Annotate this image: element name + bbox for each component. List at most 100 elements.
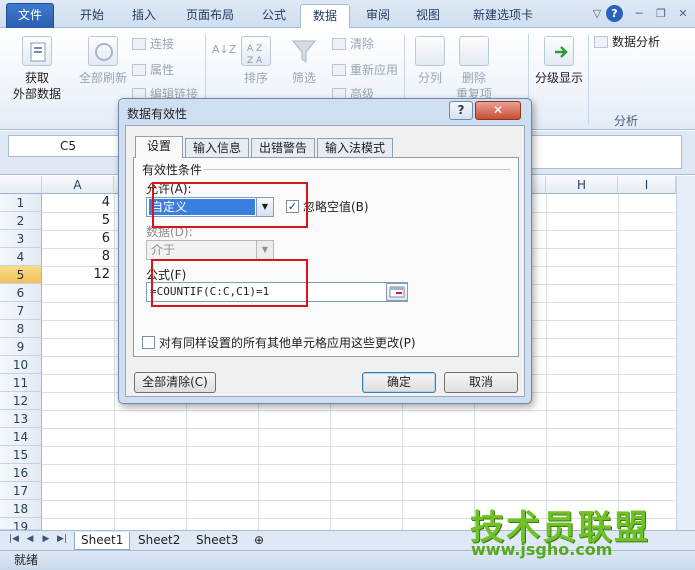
connections-button[interactable]: 连接 (132, 36, 174, 52)
watermark-url: www.jsgho.com (471, 540, 613, 559)
tab-page-layout[interactable]: 页面布局 (176, 4, 244, 28)
grid-line (546, 194, 547, 530)
cell-a3[interactable]: 6 (42, 230, 114, 248)
row-header-selected[interactable]: 5 (0, 266, 42, 284)
close-icon[interactable]: ✕ (674, 5, 692, 23)
collapse-range-icon (389, 286, 405, 298)
help-icon[interactable]: ? (606, 5, 623, 22)
row-header[interactable]: 9 (0, 338, 42, 356)
tab-error-alert[interactable]: 出错警告 (251, 138, 315, 158)
row-header[interactable]: 19 (0, 518, 42, 534)
sheet-tab-sheet1[interactable]: Sheet1 (74, 532, 131, 550)
row-header[interactable]: 7 (0, 302, 42, 320)
grid-line (42, 446, 676, 447)
refresh-all-button[interactable]: 全部刷新 (76, 36, 130, 86)
cell-a1[interactable]: 4 (42, 194, 114, 212)
tab-input-message[interactable]: 输入信息 (185, 138, 249, 158)
cell-a5[interactable]: 12 (42, 266, 114, 284)
tab-ime-mode[interactable]: 输入法模式 (317, 138, 393, 158)
outline-button[interactable]: 分级显示 (532, 36, 586, 86)
data-select: 介于 ▼ (146, 240, 274, 260)
row-header[interactable]: 3 (0, 230, 42, 248)
insert-sheet-icon[interactable]: ⊕ (248, 532, 270, 550)
vertical-scrollbar[interactable] (676, 176, 695, 530)
cell-a4[interactable]: 8 (42, 248, 114, 266)
refresh-icon (88, 36, 118, 66)
restore-icon[interactable]: ❐ (652, 5, 670, 23)
row-header[interactable]: 2 (0, 212, 42, 230)
apply-all-checkbox[interactable] (142, 336, 155, 349)
row-header[interactable]: 8 (0, 320, 42, 338)
last-sheet-icon[interactable]: ▶| (56, 534, 68, 547)
reapply-button[interactable]: 重新应用 (332, 62, 398, 78)
filter-button[interactable]: 筛选 (284, 36, 324, 86)
tab-home[interactable]: 开始 (70, 4, 114, 28)
tab-review[interactable]: 审阅 (356, 4, 400, 28)
range-select-button[interactable] (386, 283, 408, 301)
highlight-formula (151, 259, 308, 307)
remove-duplicates-button[interactable]: 删除 重复项 (452, 36, 496, 102)
next-sheet-icon[interactable]: ▶ (40, 534, 52, 547)
tab-settings[interactable]: 设置 (135, 136, 183, 158)
apply-all-label: 对有同样设置的所有其他单元格应用这些更改(P) (159, 336, 416, 350)
clear-all-button[interactable]: 全部清除(C) (134, 372, 216, 393)
data-analysis-button[interactable]: 数据分析 (594, 34, 660, 50)
dialog-help-button[interactable]: ? (449, 101, 473, 120)
properties-button[interactable]: 属性 (132, 62, 174, 78)
tab-view[interactable]: 视图 (406, 4, 450, 28)
row-header[interactable]: 13 (0, 410, 42, 428)
outline-icon (544, 36, 574, 66)
tab-insert[interactable]: 插入 (122, 4, 166, 28)
row-header[interactable]: 15 (0, 446, 42, 464)
row-header[interactable]: 6 (0, 284, 42, 302)
dialog-close-button[interactable]: ✕ (475, 101, 521, 120)
data-selected-value: 介于 (151, 243, 176, 257)
row-header[interactable]: 4 (0, 248, 42, 266)
remove-duplicates-icon (459, 36, 489, 66)
column-header[interactable]: A (42, 176, 114, 194)
cell-a2[interactable]: 5 (42, 212, 114, 230)
column-header[interactable]: I (618, 176, 676, 194)
svg-text:Z A: Z A (247, 56, 263, 66)
get-external-data-button[interactable]: 获取 外部数据 (10, 36, 64, 102)
grid-line (42, 482, 676, 483)
dialog-body: 设置 输入信息 出错警告 输入法模式 有效性条件 允许(A): 自定义 ▼ ✓ … (125, 125, 525, 397)
row-header[interactable]: 14 (0, 428, 42, 446)
select-all-corner[interactable] (0, 176, 42, 194)
validation-criteria-label: 有效性条件 (142, 163, 203, 177)
row-header[interactable]: 12 (0, 392, 42, 410)
clear-filter-button[interactable]: 清除 (332, 36, 374, 52)
ok-button[interactable]: 确定 (362, 372, 436, 393)
dialog-title: 数据有效性 (127, 107, 188, 121)
status-text: 就绪 (14, 553, 39, 567)
properties-icon (132, 64, 146, 76)
row-header[interactable]: 1 (0, 194, 42, 212)
sort-button[interactable]: A ZZ A 排序 (236, 36, 276, 86)
name-box[interactable]: C5 (8, 135, 128, 157)
filter-icon (289, 36, 319, 66)
tab-new-tab[interactable]: 新建选项卡 (458, 4, 548, 28)
first-sheet-icon[interactable]: |◀ (8, 534, 20, 547)
sheet-tab-sheet3[interactable]: Sheet3 (190, 532, 244, 550)
row-header[interactable]: 18 (0, 500, 42, 518)
row-header[interactable]: 10 (0, 356, 42, 374)
clear-icon (332, 38, 346, 50)
tab-formulas[interactable]: 公式 (252, 4, 296, 28)
row-header[interactable]: 17 (0, 482, 42, 500)
sort-az-button[interactable]: A↓Z (212, 42, 236, 58)
tab-data[interactable]: 数据 (300, 4, 350, 29)
tab-file[interactable]: 文件 (6, 3, 54, 28)
column-header[interactable]: H (546, 176, 618, 194)
sheet-tab-sheet2[interactable]: Sheet2 (132, 532, 186, 550)
ribbon-collapse-icon[interactable]: ▽ (588, 5, 606, 23)
columns-icon (415, 36, 445, 66)
minimize-icon[interactable]: ─ (630, 5, 648, 23)
chevron-down-icon: ▼ (256, 241, 273, 259)
ribbon-tab-bar: 文件 开始 插入 页面布局 公式 数据 审阅 视图 新建选项卡 ▽ ? ─ ❐ … (0, 0, 695, 29)
formula-input[interactable] (530, 135, 682, 169)
prev-sheet-icon[interactable]: ◀ (24, 534, 36, 547)
cancel-button[interactable]: 取消 (444, 372, 518, 393)
row-header[interactable]: 11 (0, 374, 42, 392)
row-header[interactable]: 16 (0, 464, 42, 482)
text-to-columns-button[interactable]: 分列 (410, 36, 450, 86)
